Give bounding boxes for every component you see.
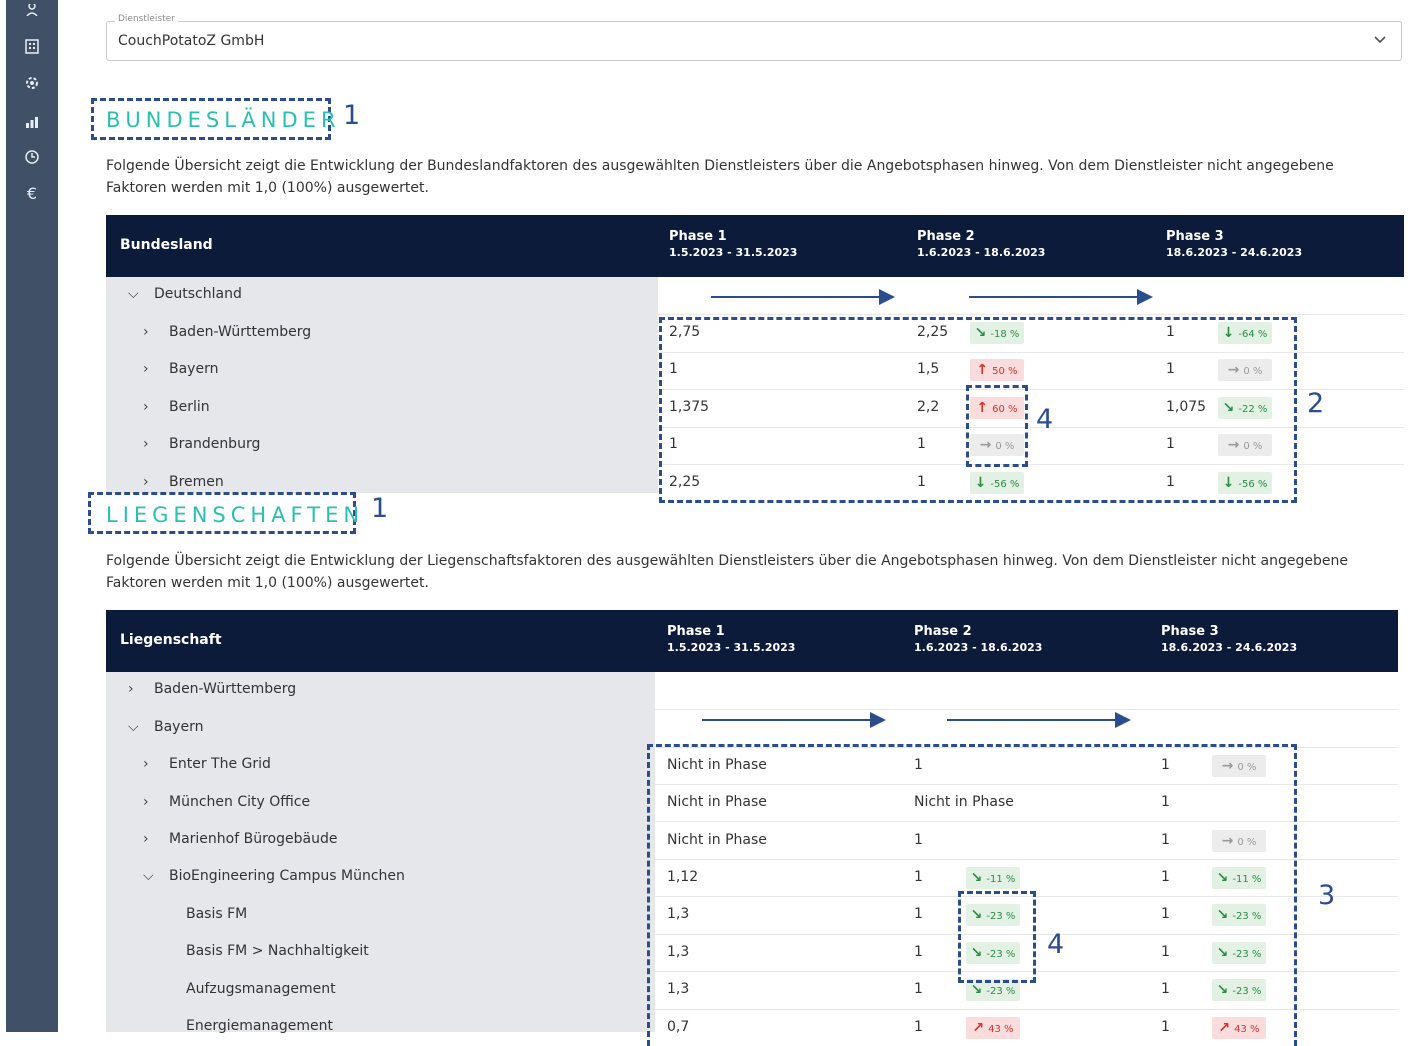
chevron-right-icon[interactable]: › (143, 324, 157, 340)
description-line: Folgende Übersicht zeigt die Entwicklung… (106, 158, 1334, 174)
col-header-phase-2: Phase 2 1.6.2023 - 18.6.2023 (914, 624, 1043, 654)
description-line: Folgende Übersicht zeigt die Entwicklung… (106, 553, 1348, 569)
chevron-right-icon[interactable]: › (143, 794, 157, 810)
col-header-phase-1: Phase 1 1.5.2023 - 31.5.2023 (669, 229, 798, 259)
annotation-arrow (711, 289, 895, 305)
annotation-number: 2 (1307, 388, 1325, 419)
chevron-right-icon[interactable]: › (143, 831, 157, 847)
tree-row-muenchen-city-office[interactable]: › München City Office (143, 794, 310, 810)
tree-row-bayern[interactable]: ⌵ Bayern (128, 719, 203, 735)
provider-legend: Dienstleister (115, 14, 178, 24)
tree-row-brandenburg[interactable]: › Brandenburg (143, 436, 260, 452)
sidebar: € (6, 0, 58, 1032)
annotation-arrow (969, 289, 1153, 305)
chevron-right-icon[interactable]: › (143, 474, 157, 490)
tree-row-baden-wuerttemberg[interactable]: › Baden-Württemberg (143, 324, 311, 340)
annotation-arrow (947, 712, 1131, 728)
tree-row-aufzugsmanagement[interactable]: Aufzugsmanagement (186, 981, 336, 997)
col-header-phase-2: Phase 2 1.6.2023 - 18.6.2023 (917, 229, 1046, 259)
gear-icon[interactable] (6, 75, 58, 95)
annotation-box-badges-4 (958, 891, 1036, 983)
clock-icon[interactable] (6, 149, 58, 169)
chevron-down-icon[interactable]: ⌵ (128, 286, 142, 302)
bundeslaender-description: Folgende Übersicht zeigt die Entwicklung… (106, 155, 1334, 199)
row-divider (655, 709, 1398, 710)
euro-icon[interactable]: € (6, 185, 58, 203)
liegenschaften-description: Folgende Übersicht zeigt die Entwicklung… (106, 550, 1348, 594)
col-header-phase-1: Phase 1 1.5.2023 - 31.5.2023 (667, 624, 796, 654)
col-header-bundesland: Bundesland (120, 237, 213, 253)
bundeslaender-table-header: Bundesland Phase 1 1.5.2023 - 31.5.2023 P… (106, 215, 1404, 277)
chevron-down-icon[interactable]: ⌵ (143, 868, 157, 884)
annotation-number: 4 (1036, 404, 1054, 435)
tree-row-basis-fm[interactable]: Basis FM (186, 906, 247, 922)
chevron-right-icon[interactable]: › (143, 436, 157, 452)
description-line: Faktoren werden mit 1,0 (100%) ausgewert… (106, 180, 429, 196)
chevron-down-icon[interactable] (1373, 32, 1387, 50)
chart-icon[interactable] (6, 113, 58, 133)
annotation-number: 3 (1318, 880, 1336, 911)
liegenschaften-table-header: Liegenschaft Phase 1 1.5.2023 - 31.5.2023… (106, 610, 1398, 672)
chevron-down-icon[interactable]: ⌵ (128, 719, 142, 735)
tree-row-bremen[interactable]: › Bremen (143, 474, 224, 490)
user-icon[interactable] (6, 4, 58, 16)
col-header-liegenschaft: Liegenschaft (120, 632, 222, 648)
col-header-phase-3: Phase 3 18.6.2023 - 24.6.2023 (1161, 624, 1298, 654)
provider-select[interactable]: Dienstleister CouchPotatoZ GmbH (106, 14, 1402, 61)
annotation-box-badges-4 (966, 385, 1028, 467)
tree-row-enter-the-grid[interactable]: › Enter The Grid (143, 756, 271, 772)
tree-column-background (106, 277, 658, 493)
tree-row-energiemanagement[interactable]: Energiemanagement (186, 1018, 333, 1034)
section-title-liegenschaften: LIEGENSCHAFTEN (106, 503, 365, 527)
section-title-bundeslaender: BUNDESLÄNDER (106, 108, 341, 132)
tree-row-deutschland[interactable]: ⌵ Deutschland (128, 286, 242, 302)
provider-value: CouchPotatoZ GmbH (118, 33, 265, 49)
annotation-number: 1 (371, 493, 389, 524)
row-divider (658, 314, 1404, 315)
chevron-right-icon[interactable]: › (143, 399, 157, 415)
tree-row-baden-wuerttemberg[interactable]: › Baden-Württemberg (128, 681, 296, 697)
tree-row-berlin[interactable]: › Berlin (143, 399, 210, 415)
chevron-right-icon[interactable]: › (128, 681, 142, 697)
tree-row-bayern[interactable]: › Bayern (143, 361, 218, 377)
tree-row-bioengineering-campus[interactable]: ⌵ BioEngineering Campus München (143, 868, 405, 884)
chevron-right-icon[interactable]: › (143, 361, 157, 377)
tree-row-marienhof[interactable]: › Marienhof Bürogebäude (143, 831, 337, 847)
annotation-number: 1 (343, 100, 361, 131)
annotation-arrow (702, 712, 886, 728)
building-icon[interactable] (6, 38, 58, 58)
col-header-phase-3: Phase 3 18.6.2023 - 24.6.2023 (1166, 229, 1303, 259)
annotation-number: 4 (1047, 929, 1065, 960)
tree-row-basis-fm-nachhaltigkeit[interactable]: Basis FM > Nachhaltigkeit (186, 943, 369, 959)
chevron-right-icon[interactable]: › (143, 756, 157, 772)
description-line: Faktoren werden mit 1,0 (100%) ausgewert… (106, 575, 429, 591)
